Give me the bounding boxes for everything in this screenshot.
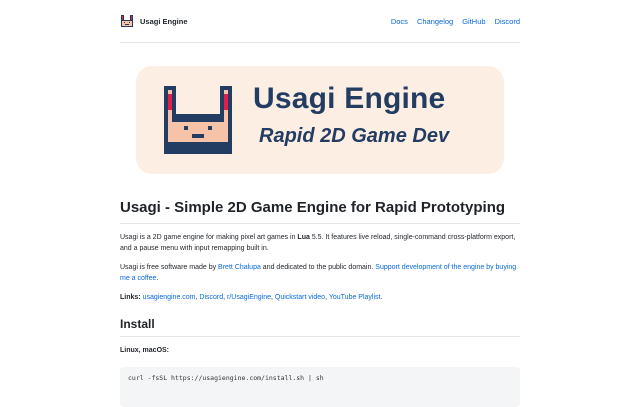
license-text-middle: and dedicated to the public domain. — [260, 264, 376, 271]
intro-text: Usagi is a 2D game engine for making pix… — [120, 234, 298, 241]
link-quickstart-video[interactable]: Quickstart video — [275, 294, 325, 301]
hero-banner: Usagi Engine Rapid 2D Game Dev — [136, 66, 504, 174]
nav-discord-link[interactable]: Discord — [495, 17, 520, 26]
page-title: Usagi - Simple 2D Game Engine for Rapid … — [120, 198, 520, 224]
link-youtube-playlist[interactable]: YouTube Playlist — [329, 294, 381, 301]
brand-name: Usagi Engine — [140, 16, 188, 26]
author-link[interactable]: Brett Chalupa — [218, 264, 261, 271]
platform-label: Linux, macOS: — [120, 347, 170, 354]
page: Usagi Engine Docs Changelog GitHub Disco… — [120, 0, 520, 407]
license-paragraph: Usagi is free software made by Brett Cha… — [120, 262, 520, 284]
bunny-mascot-icon — [164, 86, 232, 154]
links-label: Links: — [120, 294, 141, 301]
install-code-block[interactable]: curl -fsSL https://usagiengine.com/insta… — [120, 367, 520, 407]
nav-github-link[interactable]: GitHub — [462, 17, 485, 26]
link-subreddit[interactable]: r/UsagiEngine — [227, 294, 271, 301]
nav-docs-link[interactable]: Docs — [391, 17, 408, 26]
top-nav: Docs Changelog GitHub Discord — [391, 17, 520, 26]
nav-changelog-link[interactable]: Changelog — [417, 17, 453, 26]
install-heading: Install — [120, 317, 520, 337]
license-text: Usagi is free software made by — [120, 264, 219, 271]
hero-subtitle: Rapid 2D Game Dev — [259, 125, 450, 147]
bunny-logo-icon — [120, 14, 134, 28]
top-bar: Usagi Engine Docs Changelog GitHub Disco… — [120, 0, 520, 43]
hero-title: Usagi Engine — [253, 82, 446, 115]
intro-paragraph: Usagi is a 2D game engine for making pix… — [120, 232, 520, 254]
link-website[interactable]: usagiengine.com — [143, 294, 196, 301]
link-discord[interactable]: Discord — [199, 294, 223, 301]
brand[interactable]: Usagi Engine — [120, 14, 188, 28]
links-paragraph: Links: usagiengine.com, Discord, r/Usagi… — [120, 294, 383, 301]
lua-emphasis: Lua — [297, 234, 310, 241]
license-text-end: . — [156, 275, 159, 282]
install-command: curl -fsSL https://usagiengine.com/insta… — [128, 374, 324, 382]
links-end: . — [380, 294, 383, 301]
